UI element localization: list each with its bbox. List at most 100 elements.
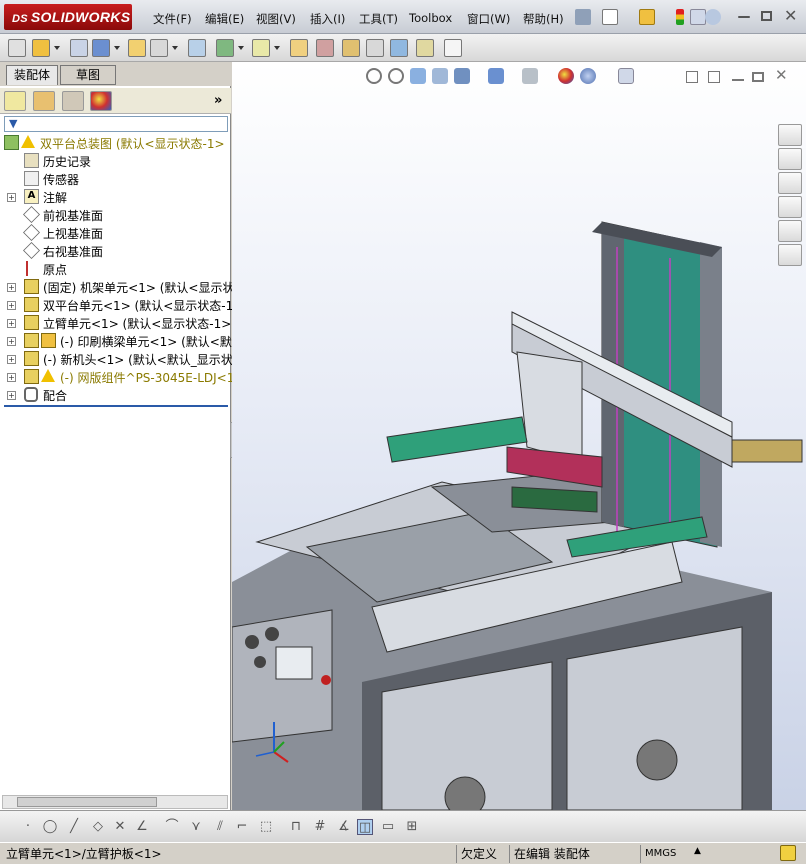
displaymanager-icon[interactable]: [90, 91, 112, 111]
edit-component-icon[interactable]: [70, 39, 88, 57]
large-assembly-mode-icon[interactable]: [444, 39, 462, 57]
tree-item-component[interactable]: + (-) 印刷横梁单元<1> (默认<默: [0, 332, 232, 350]
custom-properties-icon[interactable]: [778, 244, 802, 266]
expand-toggle[interactable]: +: [7, 283, 16, 292]
move-component-icon[interactable]: [150, 39, 168, 57]
new-document-icon[interactable]: [602, 9, 618, 25]
menu-file[interactable]: 文件(F): [153, 11, 192, 27]
tab-assembly[interactable]: 装配体: [6, 65, 58, 85]
expand-toggle[interactable]: +: [7, 391, 16, 400]
angle-icon[interactable]: ∠: [134, 819, 150, 835]
chevron-down-icon[interactable]: [274, 46, 280, 50]
help-icon[interactable]: [705, 9, 721, 25]
tree-item-history[interactable]: 历史记录: [0, 152, 231, 170]
rebuild-traffic-light-icon[interactable]: [676, 9, 684, 25]
circle-icon[interactable]: ◯: [42, 819, 58, 835]
bill-of-materials-icon[interactable]: [316, 39, 334, 57]
appearances-icon[interactable]: [778, 220, 802, 242]
tree-item-annotations[interactable]: + A 注解: [0, 188, 231, 206]
show-hidden-icon[interactable]: [188, 39, 206, 57]
assembly-features-icon[interactable]: [216, 39, 234, 57]
chevron-down-icon[interactable]: [172, 46, 178, 50]
explode-line-sketch-icon[interactable]: [366, 39, 384, 57]
tree-root[interactable]: 双平台总装图 (默认<显示状态-1>: [0, 134, 231, 152]
options-icon[interactable]: [690, 9, 706, 25]
dimension-icon[interactable]: ⊓: [288, 819, 304, 835]
tree-item-mates[interactable]: + 配合: [0, 386, 231, 404]
tree-item-sensors[interactable]: 传感器: [0, 170, 231, 188]
trim-icon[interactable]: ✕: [112, 819, 128, 835]
polygon-icon[interactable]: ◇: [90, 819, 106, 835]
model-render[interactable]: [232, 62, 806, 810]
view-layout-icon[interactable]: ▭: [380, 819, 396, 835]
quick-tips-icon[interactable]: [780, 845, 796, 861]
interference-detection-icon[interactable]: [390, 39, 408, 57]
menu-edit[interactable]: 编辑(E): [205, 11, 244, 27]
instant3d-icon[interactable]: [416, 39, 434, 57]
tree-item-component[interactable]: + (固定) 机架单元<1> (默认<显示状: [0, 278, 234, 296]
mate-icon[interactable]: [128, 39, 146, 57]
solidworks-resources-icon[interactable]: [778, 124, 802, 146]
tree-item-top-plane[interactable]: 上视基准面: [0, 224, 231, 242]
component-insert-icon[interactable]: [8, 39, 26, 57]
reference-geometry-icon[interactable]: [252, 39, 270, 57]
open-component-icon[interactable]: [32, 39, 50, 57]
horizontal-scrollbar[interactable]: [2, 795, 228, 809]
restore-icon[interactable]: [761, 11, 772, 21]
rollback-bar[interactable]: [4, 405, 228, 407]
new-motion-study-icon[interactable]: [290, 39, 308, 57]
3d-view-icon[interactable]: ◫: [357, 819, 373, 835]
angular-icon[interactable]: ∡: [336, 819, 352, 835]
graphics-viewport[interactable]: ✕: [232, 62, 806, 810]
chevron-down-icon[interactable]: [238, 46, 244, 50]
grid-icon[interactable]: #: [312, 819, 328, 835]
chamfer-icon[interactable]: ⋎: [188, 819, 204, 835]
chevron-up-icon[interactable]: ▲: [694, 846, 701, 856]
tab-sketch[interactable]: 草图: [60, 65, 116, 85]
expand-toggle[interactable]: +: [7, 337, 16, 346]
expand-toggle[interactable]: +: [7, 193, 16, 202]
menu-window[interactable]: 窗口(W): [467, 11, 510, 27]
rectangle-icon[interactable]: ⬚: [258, 819, 274, 835]
pin-icon[interactable]: [575, 9, 591, 25]
tree-item-component[interactable]: + 双平台单元<1> (默认<显示状态-1>: [0, 296, 243, 314]
propertymanager-icon[interactable]: [33, 91, 55, 111]
tree-item-component[interactable]: + 立臂单元<1> (默认<显示状态-1>): [0, 314, 236, 332]
line-icon[interactable]: ╱: [66, 819, 82, 835]
expand-toggle[interactable]: +: [7, 319, 16, 328]
menu-toolbox[interactable]: Toolbox: [409, 11, 452, 25]
tree-item-right-plane[interactable]: 右视基准面: [0, 242, 231, 260]
tree-item-front-plane[interactable]: 前视基准面: [0, 206, 231, 224]
tree-filter-input[interactable]: ▼: [4, 116, 228, 132]
featuremanager-tree-icon[interactable]: [4, 91, 26, 111]
table-icon[interactable]: ⊞: [404, 819, 420, 835]
expand-toggle[interactable]: +: [7, 373, 16, 382]
open-folder-icon[interactable]: [639, 9, 655, 25]
point-icon[interactable]: ·: [20, 819, 36, 835]
offset-icon[interactable]: ⫽: [212, 819, 228, 835]
corner-icon[interactable]: ⌐: [234, 819, 250, 835]
expand-toggle[interactable]: +: [7, 301, 16, 310]
arc-icon[interactable]: ⌒: [164, 819, 180, 835]
tree-item-component-warning[interactable]: + (-) 网版组件^PS-3045E-LDJ<1>: [0, 368, 244, 386]
scrollbar-thumb[interactable]: [17, 797, 157, 807]
design-library-icon[interactable]: [778, 148, 802, 170]
file-explorer-icon[interactable]: [778, 172, 802, 194]
menu-insert[interactable]: 插入(I): [310, 11, 345, 27]
menu-help[interactable]: 帮助(H): [523, 11, 564, 27]
chevron-down-icon[interactable]: [114, 46, 120, 50]
tree-item-origin[interactable]: 原点: [0, 260, 231, 278]
minimize-icon[interactable]: [738, 16, 750, 18]
menu-tools[interactable]: 工具(T): [359, 11, 398, 27]
pattern-icon[interactable]: [92, 39, 110, 57]
configurationmanager-icon[interactable]: [62, 91, 84, 111]
exploded-view-icon[interactable]: [342, 39, 360, 57]
close-icon[interactable]: ✕: [784, 8, 800, 25]
units-status[interactable]: MMGS: [640, 845, 700, 863]
expand-toggle[interactable]: +: [7, 355, 16, 364]
expand-arrows-icon[interactable]: »: [214, 93, 222, 108]
tree-item-component[interactable]: + (-) 新机头<1> (默认<默认_显示状: [0, 350, 233, 368]
view-palette-icon[interactable]: [778, 196, 802, 218]
menu-view[interactable]: 视图(V): [256, 11, 296, 27]
chevron-down-icon[interactable]: [54, 46, 60, 50]
